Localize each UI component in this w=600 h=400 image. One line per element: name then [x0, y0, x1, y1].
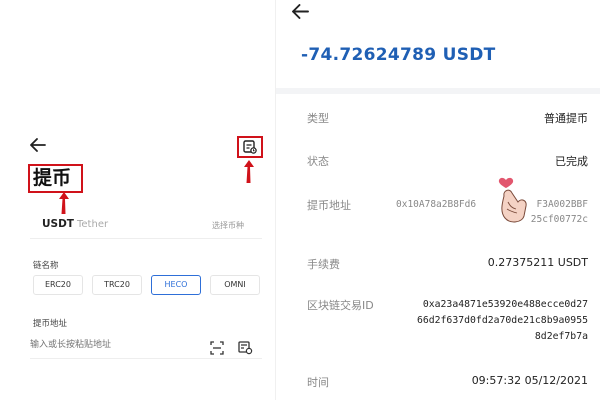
coin-selector[interactable]: USDT Tether 选择币种 — [30, 210, 262, 239]
address-input[interactable] — [30, 337, 190, 353]
page-title: 提币 — [33, 167, 72, 189]
withdraw-address-label: 提币地址 — [33, 319, 68, 329]
txid-line-3: 8d2ef7b7a — [534, 331, 588, 342]
withdraw-amount: -74.72624789 USDT — [301, 45, 496, 65]
address-line-1b: F3A002BBF — [536, 199, 588, 210]
coin-symbol: USDT — [42, 218, 74, 230]
withdraw-record-icon[interactable] — [242, 139, 258, 155]
section-divider — [276, 88, 600, 94]
coin-name: Tether — [77, 219, 109, 230]
address-line-2: 25cf00772c — [530, 214, 588, 225]
address-line-1: 0x10A78a2B8Fd6 — [396, 199, 477, 210]
withdraw-detail-panel: -74.72624789 USDT 类型 普通提币 状态 已完成 提币地址 0x… — [275, 0, 600, 400]
annotation-arrow-icon — [244, 160, 254, 183]
fee-label: 手续费 — [307, 258, 340, 271]
fee-value: 0.27375211 USDT — [487, 256, 588, 269]
time-label: 时间 — [307, 376, 329, 389]
type-label: 类型 — [307, 112, 329, 125]
withdraw-address-label: 提币地址 — [307, 199, 351, 212]
txid-line-2: 66d2f637d0fd2a70de21c8b9a0955 — [416, 315, 588, 326]
type-value: 普通提币 — [544, 112, 588, 125]
chain-option-trc20[interactable]: TRC20 — [92, 275, 142, 295]
select-coin-link[interactable]: 选择币种 — [212, 220, 244, 231]
chain-name-label: 链名称 — [33, 261, 59, 271]
txid-label: 区块链交易ID — [307, 299, 374, 312]
address-underline — [30, 358, 262, 359]
time-value: 09:57:32 05/12/2021 — [471, 374, 588, 387]
chain-option-heco[interactable]: HECO — [151, 275, 201, 295]
back-arrow-icon[interactable] — [292, 4, 309, 23]
scan-icon[interactable] — [210, 340, 224, 359]
status-label: 状态 — [307, 155, 329, 168]
txid-line-1: 0xa23a4871e53920e488ecce0d27 — [422, 299, 588, 310]
back-arrow-icon[interactable] — [30, 138, 46, 156]
address-book-icon[interactable] — [238, 340, 253, 359]
chain-option-erc20[interactable]: ERC20 — [33, 275, 83, 295]
chain-option-omni[interactable]: OMNI — [210, 275, 260, 295]
status-value: 已完成 — [555, 155, 588, 168]
withdraw-form-panel: 提币 USDT Tether 选择币种 链名称 ERC20 TRC20 HECO… — [0, 0, 270, 400]
finger-heart-sticker-icon — [494, 176, 534, 230]
